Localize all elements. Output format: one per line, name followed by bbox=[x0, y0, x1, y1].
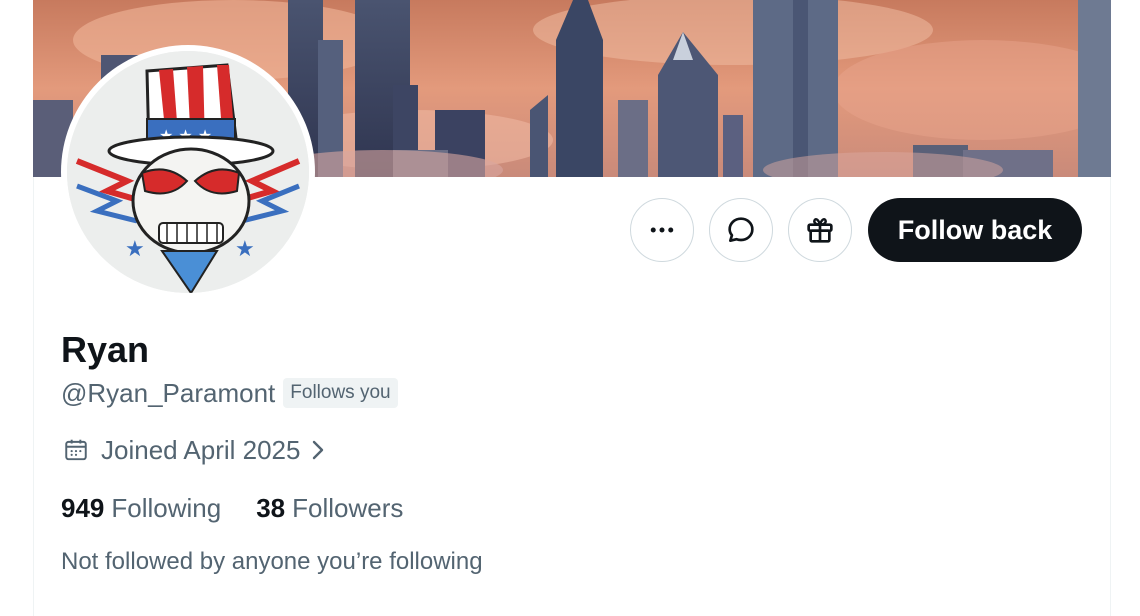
svg-text:★: ★ bbox=[235, 237, 255, 262]
joined-date-label: Joined April 2025 bbox=[101, 434, 301, 465]
skull-uncle-sam-art: ★ ★ ★ ★ ★ bbox=[67, 51, 309, 293]
chevron-right-icon bbox=[308, 437, 328, 463]
follow-back-button[interactable]: Follow back bbox=[868, 198, 1082, 262]
following-label: Following bbox=[111, 492, 222, 523]
follows-you-badge: Follows you bbox=[283, 378, 398, 408]
following-stat-link[interactable]: 949 Following bbox=[61, 493, 221, 524]
user-handle: @Ryan_Paramont bbox=[61, 377, 276, 408]
following-count: 949 bbox=[61, 492, 105, 523]
joined-date-row[interactable]: Joined April 2025 bbox=[63, 433, 328, 467]
profile-avatar[interactable]: ★ ★ ★ ★ ★ bbox=[61, 45, 315, 299]
gift-button[interactable] bbox=[788, 198, 852, 262]
follow-stats: 949 Following 38 Followers bbox=[61, 491, 403, 525]
followers-label: Followers bbox=[292, 492, 404, 523]
more-options-button[interactable] bbox=[630, 198, 694, 262]
mutual-followers-note: Not followed by anyone you’re following bbox=[61, 548, 483, 575]
handle-row: @Ryan_Paramont Follows you bbox=[61, 376, 398, 410]
ellipsis-icon bbox=[650, 227, 674, 233]
display-name: Ryan bbox=[61, 329, 150, 370]
followers-stat-link[interactable]: 38 Followers bbox=[256, 493, 403, 524]
message-button[interactable] bbox=[709, 198, 773, 262]
followers-count: 38 bbox=[256, 492, 286, 523]
gift-icon bbox=[807, 218, 833, 243]
chat-bubble-icon bbox=[728, 217, 754, 242]
calendar-icon bbox=[63, 437, 89, 463]
svg-text:★: ★ bbox=[125, 237, 145, 262]
